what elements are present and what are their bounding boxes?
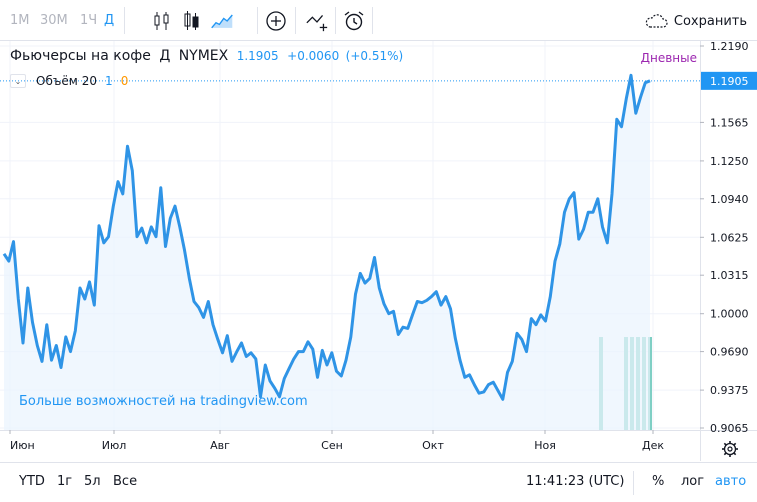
symbol-exchange: NYMEX (178, 48, 229, 64)
alert-icon[interactable] (342, 9, 366, 33)
gear-ring (723, 442, 737, 456)
gear-tooth (723, 442, 727, 446)
volume-label: Объём (36, 74, 78, 88)
auto-scale-button[interactable]: авто (715, 474, 746, 489)
gear-hub (727, 446, 733, 452)
price-change-percent: (+0.51%) (345, 49, 404, 63)
price-area-fill (4, 75, 650, 431)
utc-clock[interactable]: 11:41:23 (UTC) (526, 474, 624, 489)
area-style-icon[interactable] (210, 9, 234, 33)
compare-icon[interactable] (305, 9, 329, 33)
y-tick-label: 1.0625 (710, 231, 749, 244)
y-tick-label: 1.2190 (710, 41, 749, 53)
chevron-down-icon[interactable]: ⌄ (10, 74, 26, 88)
interval-label: Дневные (640, 51, 697, 65)
range-5y-button[interactable]: 5л (84, 474, 101, 489)
symbol-legend: Фьючерсы на кофе Д NYMEX 1.1905 +0.0060 … (10, 48, 403, 64)
y-tick-label: 0.9375 (710, 384, 749, 397)
timeframe-1m-button[interactable]: 1М (10, 13, 30, 28)
timeframe-30m-button[interactable]: 30М (40, 13, 68, 28)
range-1y-button[interactable]: 1г (57, 474, 72, 489)
last-price-badge: 1.1905 (701, 71, 757, 90)
last-price-badge-label: 1.1905 (710, 75, 749, 88)
x-tick-label: Дек (642, 439, 664, 452)
volume-value-a: 1 (105, 74, 113, 88)
price-change: +0.0060 (287, 49, 340, 63)
range-ytd-button[interactable]: YTD (19, 474, 45, 489)
chart-settings-icon[interactable] (722, 441, 738, 457)
gear-tooth (723, 452, 727, 456)
top-toolbar: 1М 30М 1Ч Д Сохранить (0, 0, 757, 41)
y-tick-label: 0.9065 (710, 422, 749, 435)
x-tick-label: Июн (10, 439, 35, 452)
bar-style-icon[interactable] (180, 9, 204, 33)
timeframe-1h-button[interactable]: 1Ч (80, 13, 97, 28)
x-tick-label: Ноя (534, 439, 556, 452)
volume-legend: ⌄ Объём 20 1 0 (10, 74, 128, 88)
promo-link[interactable]: Больше возможностей на tradingview.com (19, 394, 308, 409)
toolbar-divider (295, 7, 296, 34)
toolbar-divider (335, 7, 336, 34)
volume-length: 20 (81, 74, 98, 88)
add-indicator-icon[interactable] (264, 9, 288, 33)
y-tick-label: 1.0315 (710, 269, 749, 282)
bottom-divider (633, 471, 634, 495)
y-tick-label: 0.9690 (710, 346, 749, 359)
gear-tooth (733, 442, 737, 446)
time-axis[interactable]: Июн Июл Авг Сен Окт Ноя Дек (9, 430, 664, 452)
symbol-interval: Д (159, 48, 171, 64)
range-all-button[interactable]: Все (113, 474, 137, 489)
volume-value-b: 0 (120, 74, 129, 88)
save-button[interactable]: Сохранить (644, 8, 747, 34)
toolbar-divider (372, 7, 373, 34)
toolbar-divider (124, 7, 125, 34)
price-axis[interactable]: 1.2190 1.1565 1.1250 1.0940 1.0625 1.0315 1.00… (700, 41, 749, 435)
save-button-label: Сохранить (673, 13, 747, 29)
x-tick-label: Сен (321, 439, 343, 452)
toolbar-divider (257, 7, 258, 34)
x-tick-label: Окт (422, 439, 444, 452)
last-price-value: 1.1905 (236, 49, 279, 63)
x-tick-label: Авг (210, 439, 230, 452)
percent-scale-button[interactable]: % (652, 474, 664, 489)
symbol-name: Фьючерсы на кофе (10, 48, 151, 64)
timeframe-day-button[interactable]: Д (104, 13, 114, 28)
x-tick-label: Июл (102, 439, 127, 452)
y-tick-label: 1.1250 (710, 155, 749, 168)
bottom-toolbar: YTD 1г 5л Все 11:41:23 (UTC) % лог авто (0, 462, 757, 502)
y-tick-label: 1.0940 (710, 193, 749, 206)
y-tick-label: 1.1565 (710, 116, 749, 129)
candles-icon[interactable] (150, 9, 174, 33)
y-tick-label: 1.0000 (710, 308, 749, 321)
log-scale-button[interactable]: лог (681, 474, 704, 489)
cloud-icon (645, 14, 668, 28)
gear-tooth (733, 452, 737, 456)
chart-pane[interactable]: 1.2190 1.1565 1.1250 1.0940 1.0625 1.0315 1.00… (0, 41, 757, 461)
